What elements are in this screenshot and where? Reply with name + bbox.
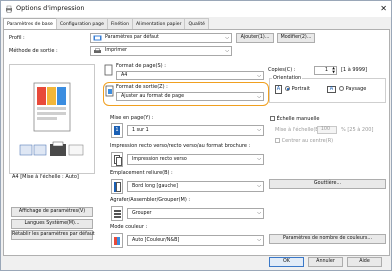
close-icon[interactable]: ✕ — [380, 4, 387, 13]
tab-page-setup[interactable]: Configuration page — [55, 18, 108, 29]
printer-icon — [6, 5, 12, 13]
color-mode-icon — [111, 233, 123, 248]
modify-profile-button[interactable]: Modifier(2)... — [277, 33, 315, 43]
tab-paper-source[interactable]: Alimentation papier — [132, 18, 186, 29]
landscape-icon: A — [327, 86, 336, 93]
landscape-option[interactable]: Paysage — [339, 86, 366, 93]
help-button[interactable]: Aide — [347, 257, 382, 267]
tab-finishing[interactable]: Finétion — [106, 18, 134, 29]
profile-select[interactable]: Paramètres par défaut ⌵ — [90, 33, 232, 43]
center-checkbox[interactable] — [275, 138, 280, 143]
print-options-dialog: Options d'impression ✕ Paramètres de bas… — [0, 0, 392, 271]
page-size-value: A4 — [121, 73, 128, 78]
collate-value: Grouper — [132, 211, 152, 216]
output-method-value: Imprimer — [105, 48, 128, 53]
binding-label: Emplacement reliure(B) : — [110, 170, 173, 176]
tab-bar: Paramètres de base Configuration page Fi… — [3, 18, 209, 30]
manual-scaling-checkbox[interactable] — [270, 116, 275, 121]
restore-defaults-button[interactable]: Rétablir les paramètres par défaut — [11, 230, 95, 240]
title-bar: Options d'impression ✕ — [1, 1, 391, 17]
chevron-down-icon: ⌵ — [257, 127, 261, 133]
binding-icon — [111, 179, 123, 194]
duplex-label: Impression recto verso/recto verso/au fo… — [110, 143, 251, 149]
add-profile-button[interactable]: Ajouter(1)... — [236, 33, 274, 43]
chevron-down-icon: ⌵ — [257, 210, 261, 216]
portrait-icon: A — [275, 85, 282, 94]
color-mode-label: Mode couleur : — [110, 224, 148, 230]
collate-label: Agrafer/Assembler/Grouper(M) : — [110, 197, 191, 203]
gutter-button[interactable]: Gouttière... — [269, 179, 386, 189]
output-size-value: Ajuster au format de page — [121, 94, 185, 99]
scale-value: 100 — [320, 127, 330, 132]
pages-per-sheet-value: 1 sur 1 — [132, 128, 149, 133]
chevron-down-icon: ⌵ — [257, 73, 261, 79]
output-method-label: Méthode de sortie : — [9, 48, 58, 54]
window-title: Options d'impression — [16, 4, 85, 12]
pages-per-sheet-label: Mise en page(Y) : — [110, 115, 154, 121]
tab-quality[interactable]: Qualité — [184, 18, 209, 29]
duplex-value: Impression recto verso — [132, 157, 187, 162]
portrait-text: Portrait — [291, 86, 310, 92]
basic-settings-panel: Profil : Paramètres par défaut ⌵ Ajouter… — [3, 29, 390, 256]
manual-scaling-option[interactable]: Échelle manuelle — [270, 116, 319, 123]
copies-label: Copies(C) : — [268, 67, 296, 73]
page-size-label: Format de page(S) : — [116, 63, 166, 69]
scale-input[interactable]: 100 — [317, 126, 337, 134]
chevron-down-icon: ⌵ — [225, 35, 229, 41]
chevron-down-icon: ⌵ — [257, 156, 261, 162]
color-settings-button[interactable]: Paramètres de nombre de couleurs... — [269, 234, 386, 244]
manual-scaling-text: Échelle manuelle — [276, 116, 320, 122]
chevron-down-icon: ⌵ — [225, 48, 229, 54]
dialog-button-bar: OK Annuler Aide — [1, 257, 391, 271]
portrait-option[interactable]: Portrait — [285, 86, 310, 93]
portrait-radio[interactable] — [285, 86, 290, 91]
page-size-icon — [104, 64, 113, 76]
duplex-icon — [111, 152, 123, 167]
output-method-select[interactable]: Imprimer ⌵ — [90, 46, 232, 56]
layout-1-icon: 1 — [114, 126, 120, 135]
page-size-select[interactable]: A4 ⌵ — [116, 71, 264, 80]
copies-input[interactable]: 1 ▲ ▼ — [314, 66, 337, 75]
landscape-text: Paysage — [345, 86, 367, 92]
color-mode-value: Auto [Couleur/N&B] — [132, 238, 180, 243]
chevron-down-icon: ⌵ — [257, 183, 261, 189]
profile-label: Profil : — [9, 35, 25, 41]
copies-range: [1 à 9999] — [341, 67, 368, 73]
preview-box — [9, 64, 95, 174]
pages-per-sheet-select[interactable]: 1 sur 1 ⌵ — [127, 125, 264, 136]
profile-value: Paramètres par défaut — [105, 35, 159, 40]
chevron-down-icon: ⌵ — [257, 237, 261, 243]
output-size-icon — [105, 85, 114, 97]
profile-icon — [93, 35, 102, 41]
ok-button[interactable]: OK — [269, 257, 304, 267]
printer-icon — [94, 48, 101, 53]
output-size-label: Format de sortie(Z) : — [116, 84, 168, 90]
collate-select[interactable]: Grouper ⌵ — [127, 208, 264, 219]
page-preview-image — [19, 82, 84, 156]
collate-icon — [111, 206, 123, 221]
scale-range: % [25 à 200] — [341, 127, 374, 133]
duplex-select[interactable]: Impression recto verso ⌵ — [127, 154, 264, 165]
center-text: Centrer au centre(R) — [281, 138, 334, 144]
output-size-select[interactable]: Ajuster au format de page ⌵ — [116, 92, 264, 101]
cancel-button[interactable]: Annuler — [308, 257, 343, 267]
stepper-down-icon[interactable]: ▼ — [332, 70, 335, 74]
binding-select[interactable]: Bord long [gauche] ⌵ — [127, 181, 264, 192]
preview-caption: A4 [Mise à l'échelle : Auto] — [12, 174, 79, 180]
color-mode-select[interactable]: Auto [Couleur/N&B] ⌵ — [127, 235, 264, 246]
binding-value: Bord long [gauche] — [132, 184, 178, 189]
orientation-label: Orientation — [272, 75, 303, 82]
show-settings-button[interactable]: Affichage de paramètres(V) — [11, 207, 93, 217]
chevron-down-icon: ⌵ — [257, 94, 261, 100]
landscape-radio[interactable] — [339, 86, 344, 91]
copies-value: 1 — [324, 67, 328, 73]
language-settings-button[interactable]: Langues Système(M)... — [11, 219, 93, 229]
pages-per-sheet-icon: 1 — [111, 123, 123, 138]
center-option[interactable]: Centrer au centre(R) — [275, 138, 333, 145]
